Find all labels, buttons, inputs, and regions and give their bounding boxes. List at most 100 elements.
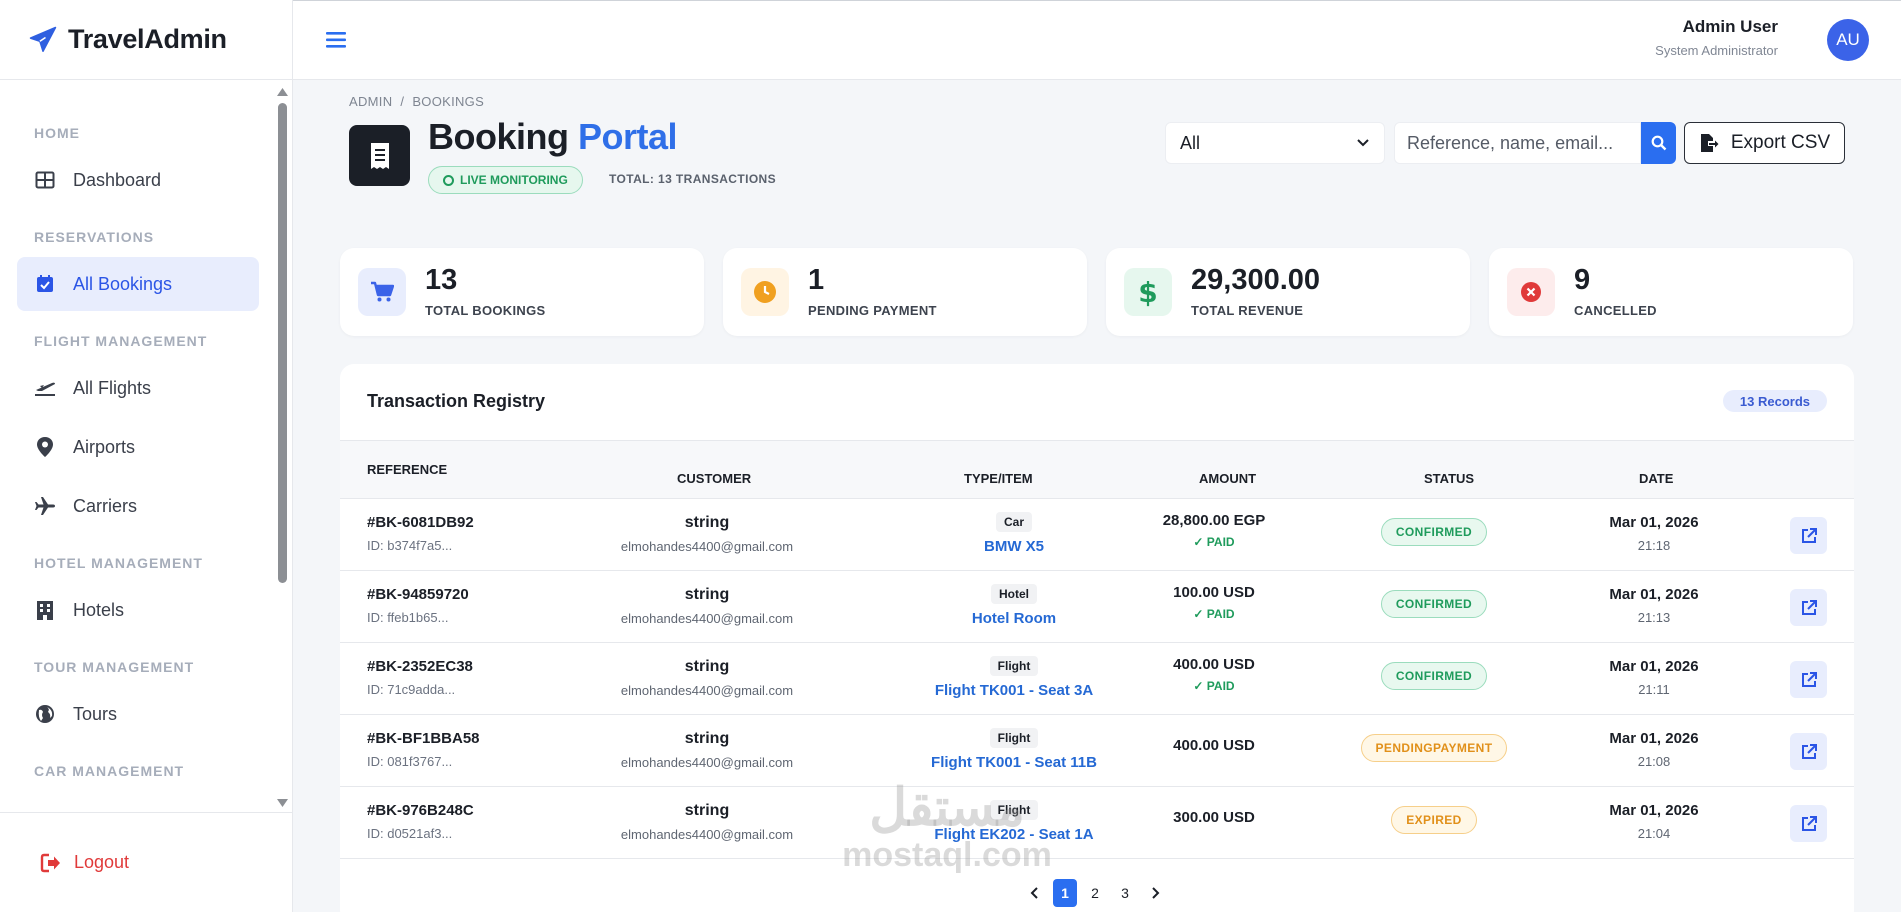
customer-email: elmohandes4400@gmail.com bbox=[620, 755, 794, 770]
brand[interactable]: TravelAdmin bbox=[0, 0, 292, 80]
file-export-icon bbox=[1700, 134, 1719, 152]
user-info[interactable]: Admin User System Administrator bbox=[1655, 17, 1778, 58]
menu-toggle-icon[interactable] bbox=[325, 29, 349, 51]
paper-plane-icon bbox=[29, 26, 57, 52]
stat-label: TOTAL BOOKINGS bbox=[425, 303, 546, 318]
column-header-status: STATUS bbox=[1424, 471, 1475, 486]
records-count-badge: 13 Records bbox=[1722, 390, 1827, 412]
scroll-down-arrow[interactable] bbox=[276, 795, 289, 807]
open-details-button[interactable] bbox=[1790, 805, 1827, 842]
customer-cell: string elmohandes4400@gmail.com bbox=[577, 730, 837, 770]
scroll-up-arrow[interactable] bbox=[276, 84, 289, 96]
sidebar-item-label: All Bookings bbox=[73, 273, 173, 294]
sidebar-item-label: Airports bbox=[73, 436, 136, 457]
export-csv-button[interactable]: Export CSV bbox=[1684, 122, 1845, 164]
sidebar-item-airports[interactable]: Airports bbox=[17, 420, 259, 474]
breadcrumb-item-bookings: BOOKINGS bbox=[412, 94, 485, 109]
type-badge: Flight bbox=[989, 656, 1039, 676]
filter-value: All bbox=[1180, 132, 1201, 153]
open-details-button[interactable] bbox=[1790, 517, 1827, 554]
booking-time: 21:18 bbox=[1637, 538, 1671, 553]
card-title: Transaction Registry bbox=[367, 391, 546, 411]
table-header: REFERENCE CUSTOMER TYPE/ITEM AMOUNT STAT… bbox=[340, 440, 1854, 499]
search-input[interactable] bbox=[1394, 122, 1641, 164]
table-row[interactable]: #BK-976B248C ID: d0521af3... string elmohan… bbox=[340, 787, 1854, 859]
x-circle-icon bbox=[1507, 268, 1555, 316]
page-button-3[interactable]: 3 bbox=[1113, 879, 1137, 907]
sidebar-item-hotels[interactable]: Hotels bbox=[17, 583, 259, 637]
booking-time: 21:04 bbox=[1637, 826, 1671, 841]
table-row[interactable]: #BK-2352EC38 ID: 71c9adda... string elmohan… bbox=[340, 643, 1854, 715]
status-cell: PENDINGPAYMENT bbox=[1334, 734, 1534, 762]
sidebar: TravelAdmin HOME Dashboard RESERVATIONS … bbox=[0, 0, 293, 912]
customer-cell: string elmohandes4400@gmail.com bbox=[577, 658, 837, 698]
customer-cell: string elmohandes4400@gmail.com bbox=[577, 586, 837, 626]
status-badge: EXPIRED bbox=[1391, 806, 1477, 834]
logout-button[interactable]: Logout bbox=[0, 812, 292, 912]
logout-icon bbox=[40, 853, 60, 872]
dollar-icon: $ bbox=[1124, 268, 1172, 316]
globe-icon bbox=[34, 703, 56, 725]
booking-id: ID: b374f7a5... bbox=[367, 538, 453, 553]
open-details-button[interactable] bbox=[1790, 661, 1827, 698]
column-header-date: DATE bbox=[1639, 471, 1674, 486]
booking-time: 21:08 bbox=[1637, 754, 1671, 769]
stat-card-pending-payment: 1 PENDING PAYMENT bbox=[723, 248, 1087, 336]
check-double-icon: ✓ bbox=[1193, 607, 1207, 621]
building-icon bbox=[34, 599, 56, 621]
breadcrumb-item-admin[interactable]: ADMIN bbox=[349, 94, 392, 109]
status-badge: CONFIRMED bbox=[1380, 590, 1488, 618]
sidebar-scrollbar-thumb[interactable] bbox=[278, 103, 287, 583]
nav-section-reservations: RESERVATIONS bbox=[34, 229, 155, 245]
booking-time: 21:11 bbox=[1638, 682, 1670, 697]
booking-date: Mar 01, 2026 bbox=[1609, 514, 1699, 531]
sidebar-item-label: Carriers bbox=[73, 495, 138, 516]
sidebar-item-carriers[interactable]: Carriers bbox=[17, 479, 259, 533]
item-link[interactable]: Flight EK202 - Seat 1A bbox=[864, 826, 1164, 843]
search-icon bbox=[1651, 135, 1666, 151]
stat-value: 9 bbox=[1574, 264, 1591, 296]
table-row[interactable]: #BK-94859720 ID: ffeb1b65... string elmohan… bbox=[340, 571, 1854, 643]
open-details-button[interactable] bbox=[1790, 733, 1827, 770]
avatar[interactable]: AU bbox=[1827, 19, 1869, 61]
user-name: Admin User bbox=[1682, 17, 1778, 36]
nav-section-flight-management: FLIGHT MANAGEMENT bbox=[34, 333, 208, 349]
sidebar-item-label: Hotels bbox=[73, 599, 125, 620]
search-button[interactable] bbox=[1641, 122, 1676, 164]
status-filter-select[interactable]: All bbox=[1165, 122, 1385, 164]
sidebar-item-tours[interactable]: Tours bbox=[17, 687, 259, 741]
item-link[interactable]: Flight TK001 - Seat 11B bbox=[864, 754, 1164, 771]
sidebar-nav: HOME Dashboard RESERVATIONS All Bookings… bbox=[0, 80, 276, 812]
chevron-left-icon[interactable] bbox=[1023, 879, 1047, 907]
status-cell: CONFIRMED bbox=[1334, 662, 1534, 690]
sidebar-item-dashboard[interactable]: Dashboard bbox=[17, 153, 259, 207]
nav-section-car-management: CAR MANAGEMENT bbox=[34, 763, 185, 779]
check-double-icon: ✓ bbox=[1193, 679, 1207, 693]
paid-label: PAID bbox=[1206, 535, 1235, 549]
date-cell: Mar 01, 2026 21:11 bbox=[1554, 658, 1754, 697]
stat-card-total-bookings: 13 TOTAL BOOKINGS bbox=[340, 248, 704, 336]
date-cell: Mar 01, 2026 21:13 bbox=[1554, 586, 1754, 625]
open-details-button[interactable] bbox=[1790, 589, 1827, 626]
page-button-1[interactable]: 1 bbox=[1053, 879, 1077, 907]
amount-value: 300.00 USD bbox=[1173, 809, 1255, 826]
logout-label: Logout bbox=[74, 852, 130, 872]
table-row[interactable]: #BK-BF1BBA58 ID: 081f3767... string elmohan… bbox=[340, 715, 1854, 787]
plane-icon bbox=[34, 495, 56, 517]
sidebar-item-all-flights[interactable]: All Flights bbox=[17, 361, 259, 415]
sidebar-item-all-bookings[interactable]: All Bookings bbox=[17, 257, 259, 311]
customer-name: string bbox=[684, 730, 730, 747]
type-badge: Flight bbox=[989, 728, 1039, 748]
check-double-icon: ✓ bbox=[1193, 535, 1207, 549]
stat-value: 13 bbox=[425, 264, 458, 296]
reference-cell: #BK-2352EC38 ID: 71c9adda... bbox=[367, 658, 473, 697]
booking-date: Mar 01, 2026 bbox=[1609, 730, 1699, 747]
status-badge: PENDINGPAYMENT bbox=[1360, 734, 1508, 762]
table-row[interactable]: #BK-6081DB92 ID: b374f7a5... string elmohan… bbox=[340, 499, 1854, 571]
booking-reference: #BK-94859720 bbox=[367, 586, 469, 603]
chevron-right-icon[interactable] bbox=[1143, 879, 1167, 907]
map-pin-icon bbox=[34, 436, 56, 458]
paid-label: PAID bbox=[1206, 679, 1235, 693]
page-button-2[interactable]: 2 bbox=[1083, 879, 1107, 907]
clock-icon bbox=[741, 268, 789, 316]
